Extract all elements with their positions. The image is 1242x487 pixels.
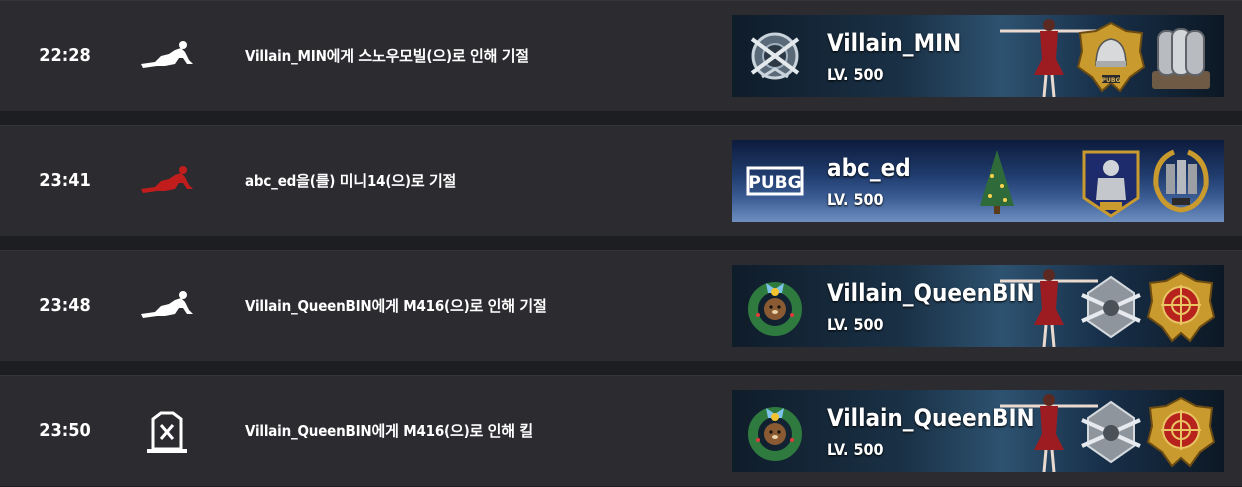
- event-message: Villain_MIN에게 스노우모빌(으)로 인해 기절: [245, 47, 529, 65]
- gold-helmet-medal-icon: PUBG: [1076, 21, 1146, 93]
- knocked-down-icon: [135, 284, 199, 328]
- event-message: Villain_QueenBIN에게 M416(으)로 인해 킬: [245, 422, 533, 440]
- player-level: LV. 500: [827, 440, 884, 459]
- christmas-wreath-emblem-icon: [744, 400, 806, 462]
- player-nameplate[interactable]: Villain_QueenBIN LV. 500: [732, 390, 1224, 472]
- player-name: abc_ed: [827, 154, 911, 182]
- crossed-rifles-emblem-icon: [744, 25, 806, 87]
- event-message: Villain_QueenBIN에게 M416(으)로 인해 기절: [245, 297, 547, 315]
- player-nameplate[interactable]: PUBG abc_ed LV. 500: [732, 140, 1224, 222]
- match-event-list: 22:28 Villain_MIN에게 스노우모빌(으)로 인해 기절 Vill…: [0, 0, 1242, 487]
- pubg-logo-emblem-icon: PUBG: [744, 150, 806, 212]
- player-nameplate[interactable]: Villain_MIN LV. 500 PUBG: [732, 15, 1224, 97]
- gold-crosshair-medal-icon: [1146, 396, 1216, 468]
- silver-winged-rifles-medal-icon: [1076, 271, 1146, 343]
- armor-vest-medal-icon: [1146, 21, 1216, 93]
- event-row: 23:48 Villain_QueenBIN에게 M416(으)로 인해 기절: [0, 250, 1242, 361]
- player-nameplate[interactable]: Villain_QueenBIN LV. 500: [732, 265, 1224, 347]
- player-level: LV. 500: [827, 190, 884, 209]
- killed-tombstone-icon: [135, 409, 199, 453]
- event-row: 22:28 Villain_MIN에게 스노우모빌(으)로 인해 기절 Vill…: [0, 0, 1242, 111]
- christmas-tree-icon: [972, 146, 1022, 218]
- silver-winged-rifles-medal-icon: [1076, 396, 1146, 468]
- christmas-wreath-emblem-icon: [744, 275, 806, 337]
- player-level: LV. 500: [827, 315, 884, 334]
- event-row: 23:50 Villain_QueenBIN에게 M416(으)로 인해 킬 V…: [0, 375, 1242, 486]
- event-time: 22:28: [39, 45, 91, 66]
- pubg-badge-text: PUBG: [1102, 77, 1121, 84]
- gold-crosshair-medal-icon: [1146, 271, 1216, 343]
- laurel-squad-medal-icon: [1146, 146, 1216, 218]
- soldier-portrait-medal-icon: [1076, 146, 1146, 218]
- player-level: LV. 500: [827, 65, 884, 84]
- event-time: 23:48: [39, 295, 91, 316]
- event-time: 23:50: [39, 420, 91, 441]
- knocked-down-red-icon: [135, 159, 199, 203]
- player-name: Villain_MIN: [827, 29, 962, 57]
- event-message: abc_ed을(를) 미니14(으)로 기절: [245, 172, 457, 190]
- event-time: 23:41: [39, 170, 91, 191]
- pubg-logo-text: PUBG: [748, 173, 801, 193]
- knocked-down-icon: [135, 34, 199, 78]
- event-row: 23:41 abc_ed을(를) 미니14(으)로 기절 PUBG abc_ed…: [0, 125, 1242, 236]
